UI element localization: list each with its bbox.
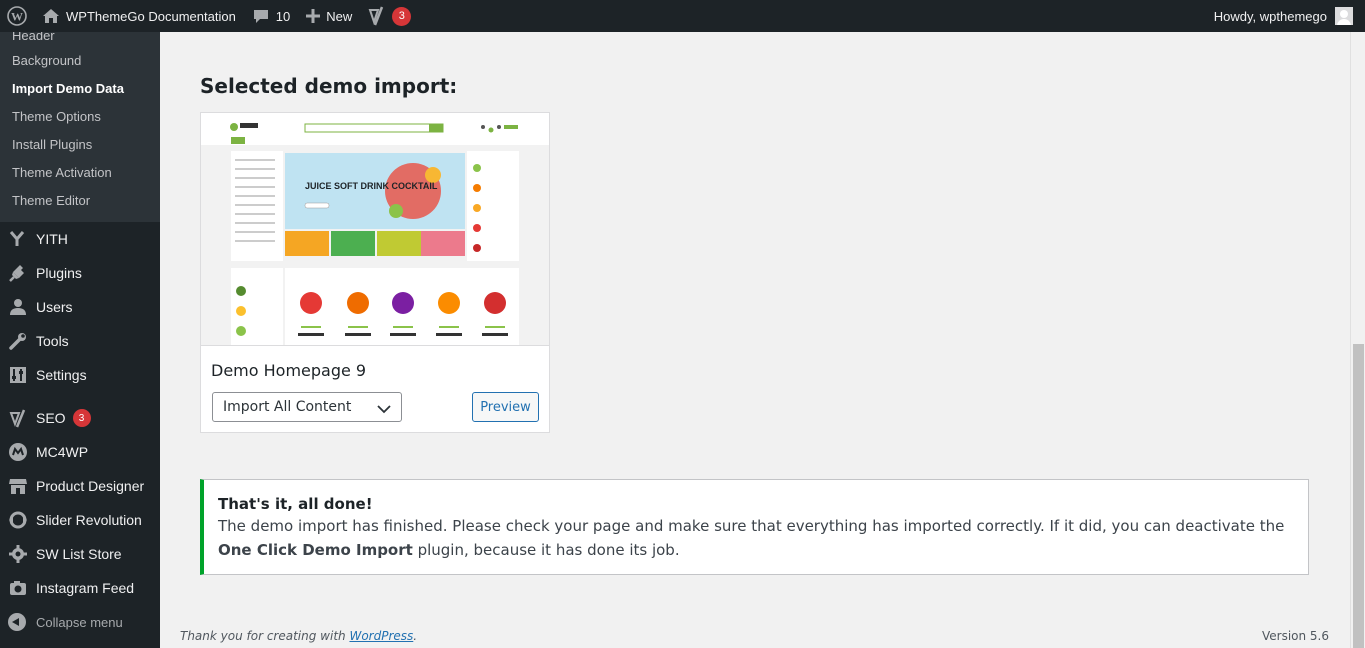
- gear-icon: [8, 544, 28, 564]
- revolution-icon: [8, 510, 28, 530]
- yoast-icon: [368, 6, 386, 26]
- mc4wp-icon: [8, 442, 28, 462]
- footer-thanks-prefix: Thank you for creating with: [180, 629, 350, 643]
- footer-thanks-suffix: .: [413, 629, 418, 643]
- notice-title: That's it, all done!: [218, 495, 373, 513]
- main-content: Selected demo import: JUICE SOFT DRINK C…: [160, 32, 1350, 648]
- comment-bubble-icon: [252, 8, 270, 24]
- submenu-item-import-demo-data[interactable]: Import Demo Data: [0, 74, 160, 102]
- notice-plugin-name: One Click Demo Import: [218, 541, 413, 559]
- admin-bar: W WPThemeGo Documentation 10 New 3 Howdy…: [0, 0, 1365, 32]
- menu-item-slider-revolution[interactable]: Slider Revolution: [0, 503, 160, 537]
- thumbnail-headline: JUICE SOFT DRINK COCKTAIL: [305, 181, 438, 191]
- submenu-item-install-plugins[interactable]: Install Plugins: [0, 130, 160, 158]
- scrollbar-thumb[interactable]: [1353, 344, 1364, 648]
- menu-label-yith: YITH: [36, 231, 68, 247]
- menu-item-mc4wp[interactable]: MC4WP: [0, 435, 160, 469]
- notice-body-end: plugin, because it has done its job.: [412, 541, 680, 559]
- footer-version: Version 5.6: [1261, 629, 1329, 643]
- site-name: WPThemeGo Documentation: [66, 8, 236, 24]
- submenu-item-theme-options[interactable]: Theme Options: [0, 102, 160, 130]
- menu-item-yith[interactable]: YITH: [0, 222, 160, 256]
- notice-body-text: The demo import has finished. Please che…: [218, 517, 1285, 535]
- collapse-menu-button[interactable]: Collapse menu: [0, 605, 160, 639]
- home-icon: [42, 8, 60, 24]
- page-scrollbar[interactable]: [1350, 32, 1365, 648]
- notice-body: The demo import has finished. Please che…: [218, 514, 1294, 562]
- menu-label-sw-list-store: SW List Store: [36, 546, 122, 562]
- admin-sidebar: Header Background Import Demo Data Theme…: [0, 28, 160, 648]
- store-icon: [8, 476, 28, 496]
- menu-label-plugins: Plugins: [36, 265, 82, 281]
- submenu-item-theme-editor[interactable]: Theme Editor: [0, 186, 160, 214]
- menu-label-slider-revolution: Slider Revolution: [36, 512, 142, 528]
- demo-card: JUICE SOFT DRINK COCKTAIL Demo Homepage …: [200, 112, 550, 433]
- plus-icon: [306, 9, 321, 23]
- wordpress-logo-icon[interactable]: W: [0, 0, 34, 32]
- menu-item-settings[interactable]: Settings: [0, 358, 160, 392]
- success-notice: That's it, all done! The demo import has…: [200, 479, 1309, 575]
- submenu-item-theme-activation[interactable]: Theme Activation: [0, 158, 160, 186]
- tools-icon: [8, 331, 28, 351]
- chevron-down-icon: [377, 402, 391, 418]
- footer-thanks: Thank you for creating with WordPress.: [180, 629, 417, 643]
- menu-label-product-designer: Product Designer: [36, 478, 145, 494]
- users-icon: [8, 297, 28, 317]
- my-account-link[interactable]: Howdy, wpthemego: [1214, 7, 1365, 25]
- site-name-link[interactable]: WPThemeGo Documentation: [34, 0, 244, 32]
- import-select-value: Import All Content: [223, 399, 352, 415]
- avatar: [1335, 7, 1353, 25]
- new-label: New: [326, 8, 353, 24]
- howdy-greeting: Howdy, wpthemego: [1213, 8, 1327, 24]
- plugins-icon: [8, 263, 28, 283]
- seo-notification-badge: 3: [392, 6, 412, 26]
- menu-item-product-designer[interactable]: Product Designer: [0, 469, 160, 503]
- menu-item-seo[interactable]: SEO 3: [0, 401, 160, 435]
- comments-count: 10: [275, 8, 291, 24]
- menu-label-tools: Tools: [36, 333, 69, 349]
- seo-menu-badge: 3: [72, 409, 91, 427]
- import-content-select[interactable]: Import All Content: [212, 392, 402, 422]
- menu-separator: [0, 392, 160, 401]
- collapse-menu-label: Collapse menu: [36, 614, 123, 630]
- new-content-link[interactable]: New: [298, 0, 360, 32]
- preview-button[interactable]: Preview: [472, 392, 539, 422]
- camera-icon: [8, 578, 28, 598]
- appearance-submenu: Header Background Import Demo Data Theme…: [0, 28, 160, 222]
- menu-label-mc4wp: MC4WP: [36, 444, 89, 460]
- demo-thumbnail: JUICE SOFT DRINK COCKTAIL: [201, 113, 549, 346]
- section-title: Selected demo import:: [200, 74, 458, 98]
- demo-name: Demo Homepage 9: [211, 361, 367, 380]
- collapse-arrow-icon: [8, 613, 26, 631]
- yith-icon: [8, 229, 28, 249]
- comments-link[interactable]: 10: [244, 0, 298, 32]
- menu-label-users: Users: [36, 299, 73, 315]
- menu-item-instagram-feed[interactable]: Instagram Feed: [0, 571, 160, 605]
- menu-item-plugins[interactable]: Plugins: [0, 256, 160, 290]
- menu-item-users[interactable]: Users: [0, 290, 160, 324]
- wordpress-link[interactable]: WordPress: [349, 629, 413, 643]
- seo-adminbar-link[interactable]: 3: [360, 0, 419, 32]
- yoast-icon: [8, 408, 28, 428]
- menu-label-instagram-feed: Instagram Feed: [36, 580, 135, 596]
- settings-icon: [8, 365, 28, 385]
- svg-text:W: W: [11, 10, 23, 24]
- menu-label-settings: Settings: [36, 367, 87, 383]
- menu-label-seo: SEO: [36, 410, 66, 426]
- menu-item-tools[interactable]: Tools: [0, 324, 160, 358]
- submenu-item-background[interactable]: Background: [0, 46, 160, 74]
- menu-item-sw-list-store[interactable]: SW List Store: [0, 537, 160, 571]
